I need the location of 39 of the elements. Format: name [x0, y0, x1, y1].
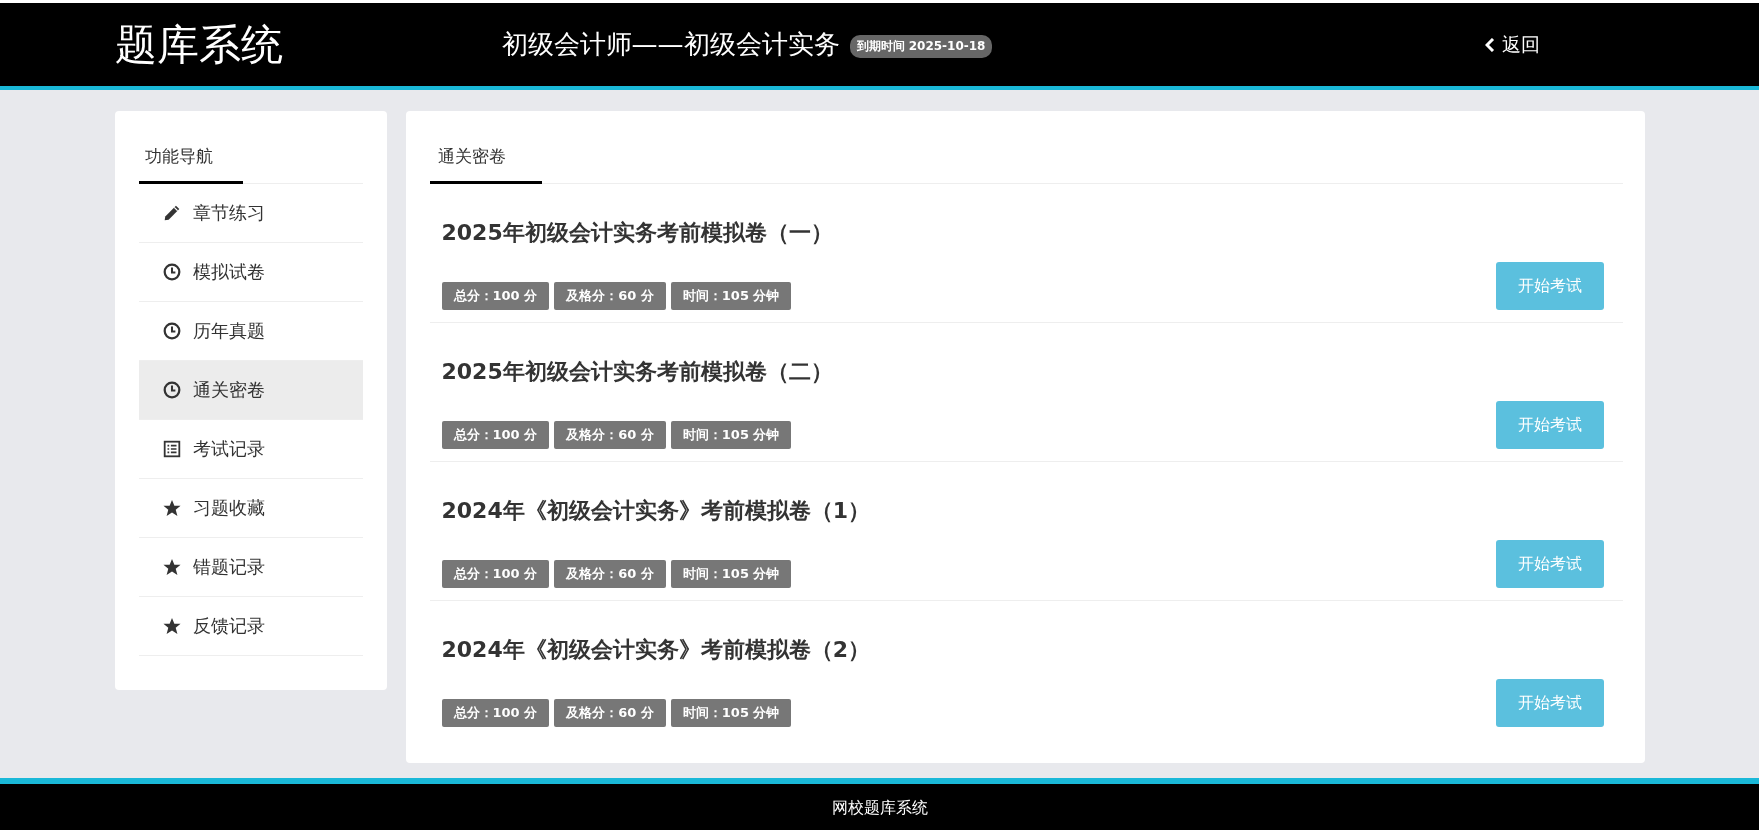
exam-paper-title: 2024年《初级会计实务》考前模拟卷（1） — [441, 497, 871, 525]
info-tag: 总分：100 分 — [441, 282, 550, 310]
clock-icon — [162, 263, 181, 281]
info-tag: 总分：100 分 — [441, 421, 550, 449]
info-tag: 及格分：60 分 — [554, 699, 666, 727]
info-tag: 时间：105 分钟 — [670, 421, 792, 449]
pencil-icon — [162, 204, 181, 222]
sidebar-item[interactable]: 习题收藏 — [138, 479, 363, 538]
exam-paper-title: 2024年《初级会计实务》考前模拟卷（2） — [441, 636, 871, 664]
sidebar-item[interactable]: 考试记录 — [138, 420, 363, 479]
expiry-badge: 到期时间 2025-10-18 — [849, 35, 993, 58]
sidebar-item[interactable]: 通关密卷 — [138, 361, 363, 420]
list-icon — [162, 440, 181, 458]
info-tag: 时间：105 分钟 — [670, 560, 792, 588]
clock-icon — [162, 322, 181, 340]
sidebar-item[interactable]: 错题记录 — [138, 538, 363, 597]
sidebar-item[interactable]: 反馈记录 — [138, 597, 363, 656]
sidebar-heading: 功能导航 — [138, 137, 243, 184]
footer-text: 网校题库系统 — [831, 798, 928, 819]
info-tag: 时间：105 分钟 — [670, 699, 792, 727]
info-tag: 总分：100 分 — [441, 560, 550, 588]
back-link[interactable]: 返回 — [1484, 31, 1540, 58]
exam-paper-title: 2025年初级会计实务考前模拟卷（二） — [441, 358, 833, 386]
info-tag: 总分：100 分 — [441, 699, 550, 727]
star-icon — [162, 499, 181, 517]
info-tag: 时间：105 分钟 — [670, 282, 792, 310]
course-title: 初级会计师——初级会计实务 — [501, 28, 840, 61]
info-tag: 及格分：60 分 — [554, 560, 666, 588]
exam-paper-title: 2025年初级会计实务考前模拟卷（一） — [441, 219, 833, 247]
clock-icon — [162, 381, 181, 399]
site-title: 题库系统 — [114, 18, 284, 71]
sidebar-item[interactable]: 模拟试卷 — [138, 243, 363, 302]
content-tab[interactable]: 通关密卷 — [429, 137, 542, 184]
info-tag: 及格分：60 分 — [554, 421, 666, 449]
star-icon — [162, 617, 181, 635]
star-icon — [162, 558, 181, 576]
info-tag: 及格分：60 分 — [554, 282, 666, 310]
chevron-left-icon — [1484, 37, 1495, 52]
sidebar-item[interactable]: 章节练习 — [138, 184, 363, 243]
